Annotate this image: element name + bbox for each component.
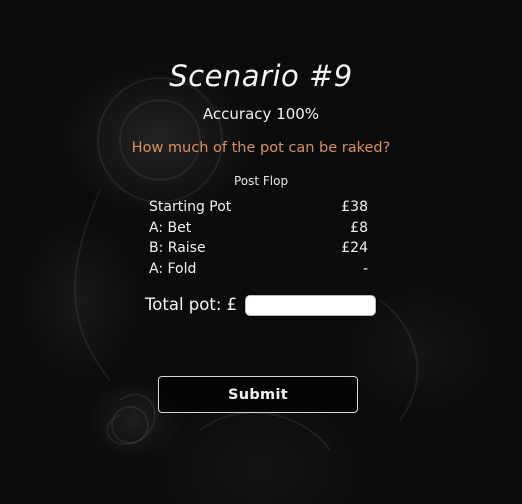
action-label: A: Fold [149,260,197,277]
action-row: A: Fold - [149,259,368,280]
action-row: A: Bet £8 [149,218,368,239]
action-row: Starting Pot £38 [149,197,368,218]
action-label: Starting Pot [149,199,232,215]
action-amount: £8 [350,219,368,236]
action-label: A: Bet [149,219,192,236]
scenario-panel: Scenario #9 Accuracy 100% How much of th… [0,0,522,504]
page-title: Scenario #9 [169,59,353,93]
action-amount: £24 [341,240,368,256]
street-label: Post Flop [233,174,289,188]
question-text: How much of the pot can be raked? [131,140,391,156]
total-pot-label: Total pot: £ [145,295,238,314]
action-list: Starting Pot £38 A: Bet £8 B: Raise £24 … [149,197,368,279]
action-amount: - [362,260,368,277]
total-pot-input[interactable] [245,294,377,316]
action-amount: £38 [341,199,368,215]
total-pot-row: Total pot: £ [145,292,377,318]
submit-button[interactable]: Submit [158,376,358,413]
accuracy-label: Accuracy 100% [202,105,320,123]
action-label: B: Raise [149,240,206,256]
action-row: B: Raise £24 [149,238,368,259]
